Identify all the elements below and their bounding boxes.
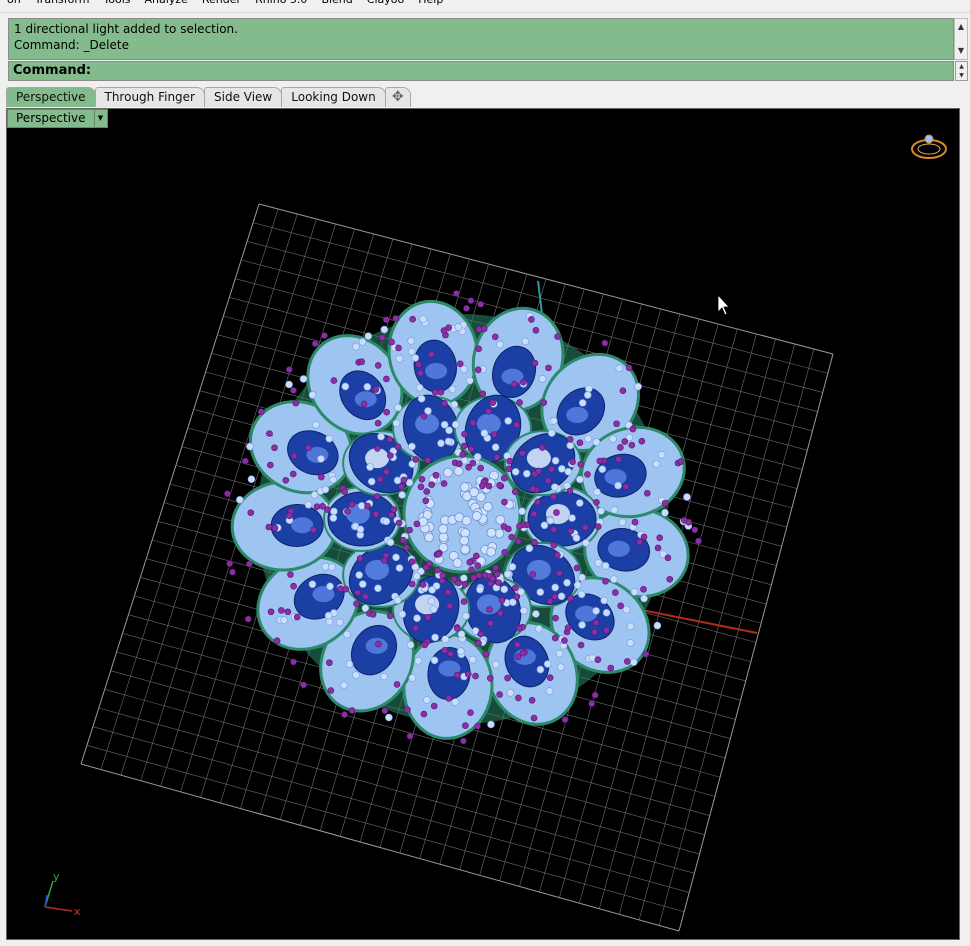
menu-item-tools[interactable]: Tools — [96, 0, 137, 8]
viewport-canvas[interactable]: x y — [7, 109, 960, 940]
history-scrollbar[interactable]: ▲ ▼ — [954, 18, 968, 60]
command-prompt-label: Command: — [13, 63, 92, 78]
add-tab-button[interactable]: ✥ — [384, 87, 411, 107]
menu-bar: on Transform Tools Analyze Render Rhino … — [0, 0, 970, 8]
menu-item-rhino5[interactable]: Rhino 5.0 — [248, 0, 314, 8]
menu-item-blend[interactable]: Blend — [314, 0, 359, 8]
command-history: 1 directional light added to selection. … — [8, 18, 954, 60]
menu-item-options[interactable]: on — [0, 0, 28, 8]
tab-side-view[interactable]: Side View — [204, 87, 283, 107]
window-bottom-edge — [0, 940, 970, 946]
jewelry-model[interactable] — [224, 290, 702, 745]
perspective-viewport[interactable]: Perspective ▼ x y — [6, 108, 960, 940]
command-input[interactable] — [85, 63, 945, 79]
axis-widget: x y — [44, 870, 81, 918]
ring-gumball-icon[interactable] — [911, 134, 947, 159]
menu-item-transform[interactable]: Transform — [28, 0, 97, 8]
viewport-title[interactable]: Perspective ▼ — [7, 109, 108, 128]
tab-perspective[interactable]: Perspective — [6, 87, 96, 107]
menu-item-help[interactable]: Help — [411, 0, 450, 8]
menu-item-analyze[interactable]: Analyze — [138, 0, 195, 8]
window-right-edge — [960, 108, 970, 946]
command-spinner[interactable]: ▲ ▼ — [955, 61, 968, 81]
axis-x-label: x — [74, 905, 81, 918]
history-line: Command: _Delete — [14, 38, 129, 52]
tab-looking-down[interactable]: Looking Down — [281, 87, 386, 107]
menu-item-render[interactable]: Render — [195, 0, 248, 8]
menu-item-clayoo[interactable]: Clayoo — [360, 0, 411, 8]
command-line: Command: — [8, 61, 954, 81]
tab-through-finger[interactable]: Through Finger — [94, 87, 205, 107]
viewport-title-label[interactable]: Perspective — [7, 109, 95, 128]
history-line: 1 directional light added to selection. — [14, 22, 238, 36]
viewport-menu-chevron-icon[interactable]: ▼ — [94, 109, 108, 128]
spin-up-icon[interactable]: ▲ — [956, 62, 967, 71]
viewport-tabs: Perspective Through Finger Side View Loo… — [6, 87, 411, 108]
scroll-up-icon[interactable]: ▲ — [955, 21, 967, 33]
spin-down-icon[interactable]: ▼ — [956, 71, 967, 80]
axis-y-label: y — [53, 870, 60, 883]
scroll-down-icon[interactable]: ▼ — [955, 45, 967, 57]
mouse-cursor-icon — [717, 293, 730, 316]
menu-divider — [0, 12, 970, 13]
rhino-window: on Transform Tools Analyze Render Rhino … — [0, 0, 970, 946]
